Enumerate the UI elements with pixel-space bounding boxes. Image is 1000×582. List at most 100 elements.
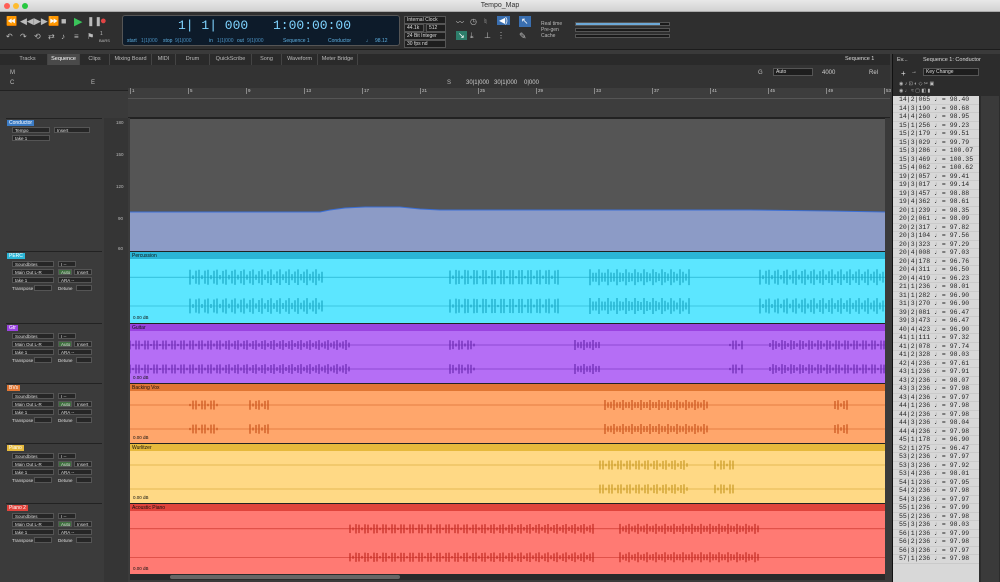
input-select[interactable]: I -- [58,513,76,519]
transpose-field[interactable] [34,477,52,483]
ara-select[interactable]: ARA -- [58,277,92,283]
input-select[interactable]: I -- [58,453,76,459]
tempo-event-row[interactable]: 41|2|078 ♩ = 97.74 [893,343,979,351]
detune-field[interactable] [76,477,92,483]
tab-quickscribe[interactable]: QuickScribe [210,54,252,65]
sequence-select[interactable]: Sequence 1 [283,38,310,44]
clip-volume[interactable]: 0.00 dB [133,375,149,380]
tempo-event-row[interactable]: 15|3|469 ♩ = 100.35 [893,156,979,164]
track-lane[interactable]: Guitar 0.00 dB [130,323,885,383]
insert-button[interactable]: Insert [74,521,92,527]
tab-tracks[interactable]: Tracks [8,54,48,65]
buffer-select[interactable]: 512 [426,24,446,32]
tempo-event-row[interactable]: 53|3|236 ♩ = 97.92 [893,462,979,470]
ara-select[interactable]: ARA -- [58,349,92,355]
tempo-event-row[interactable]: 15|2|179 ♩ = 99.51 [893,130,979,139]
tempo-event-row[interactable]: 41|1|111 ♩ = 97.32 [893,334,979,343]
track-lane[interactable]: Backing Vox 0.00 dB [130,383,885,443]
tempo-event-row[interactable]: 43|3|236 ♩ = 97.98 [893,385,979,394]
soundbites-select[interactable]: Soundbites [12,513,54,519]
tempo-event-row[interactable]: 52|1|275 ♩ = 96.47 [893,445,979,453]
tempo-event-row[interactable]: 43|1|236 ♩ = 97.91 [893,368,979,377]
ara-select[interactable]: ARA -- [58,409,92,415]
auto-toggle[interactable]: Auto [58,269,72,275]
tempo-event-row[interactable]: 41|2|328 ♩ = 98.03 [893,351,979,360]
transpose-field[interactable] [34,357,52,363]
tempo-event-row[interactable]: 56|3|236 ♩ = 97.97 [893,547,979,555]
insert-button[interactable]: Insert [74,269,92,275]
overdub-icon[interactable]: ⤓ [470,31,474,41]
tab-sequence[interactable]: Sequence [48,54,80,65]
rate-select[interactable]: 44.1k [404,24,424,32]
tempo-event-row[interactable]: 19|3|457 ♩ = 98.88 [893,190,979,198]
ara-select[interactable]: ARA -- [58,529,92,535]
tempo-event-row[interactable]: 55|3|236 ♩ = 98.03 [893,521,979,530]
main-counter[interactable]: 1| 1| 000 1:00:00:00 start 1|1|000 stop … [122,15,400,46]
track-name[interactable]: Piano 2 [7,505,28,511]
take-select[interactable]: take 1 [12,529,54,535]
stop-icon[interactable]: ■ [61,16,66,26]
metronome-icon[interactable]: ♪ [61,32,65,41]
take-select[interactable]: take 1 [12,349,54,355]
tempo-event-row[interactable]: 43|2|236 ♩ = 98.07 [893,377,979,385]
tempo-event-row[interactable]: 19|4|362 ♩ = 98.61 [893,198,979,207]
soundbites-select[interactable]: Soundbites [12,261,54,267]
conductor-insert[interactable]: Insert [54,127,90,133]
tempo-event-row[interactable]: 56|2|236 ♩ = 97.98 [893,538,979,547]
auto-toggle[interactable]: Auto [58,521,72,527]
rewind-icon[interactable]: ⏪ [6,16,17,27]
conductor-track-header[interactable]: Conductor Tempo Insert take 1 [6,118,102,251]
autorecord-icon[interactable]: ↘ [456,31,467,40]
routing-select[interactable]: Main Out L-R [12,341,54,347]
tab-drum[interactable]: Drum [176,54,210,65]
filter-icons[interactable]: ◉ ♪ ⊡ ◐ ◇ ✂ ▣ [899,81,934,87]
tempo-event-row[interactable]: 55|2|236 ♩ = 97.98 [893,513,979,521]
track-header[interactable]: BVs Soundbites I -- Main Out L-R Auto In… [6,383,102,443]
routing-select[interactable]: Main Out L-R [12,461,54,467]
tempo-event-row[interactable]: 20|4|311 ♩ = 96.50 [893,266,979,275]
bars-icon[interactable]: ⋮ [497,31,505,40]
stop-value[interactable]: 9|1|000 [175,38,192,44]
tempo-event-row[interactable]: 39|3|473 ♩ = 96.47 [893,317,979,326]
tempo-event-row[interactable]: 20|2|317 ♩ = 97.82 [893,224,979,232]
input-select[interactable]: I -- [58,393,76,399]
tempo-event-row[interactable]: 20|3|323 ♩ = 97.29 [893,241,979,249]
transpose-field[interactable] [34,417,52,423]
soundbites-select[interactable]: Soundbites [12,453,54,459]
s-button[interactable]: S [447,80,451,86]
track-header[interactable]: Piano 2 Soundbites I -- Main Out L-R Aut… [6,503,102,574]
start-value[interactable]: 1|1|000 [141,38,158,44]
tempo-event-row[interactable]: 55|1|236 ♩ = 97.99 [893,504,979,513]
tempo-event-row[interactable]: 39|2|081 ♩ = 96.47 [893,309,979,317]
horizontal-scrollbar[interactable] [130,574,885,580]
fast-rewind-icon[interactable]: ◀◀ [20,16,34,27]
track-name[interactable]: BVs [7,385,21,391]
track-header[interactable]: PERC Soundbites I -- Main Out L-R Auto I… [6,251,102,323]
detune-field[interactable] [76,285,92,291]
tempo-event-row[interactable]: 53|4|236 ♩ = 98.01 [893,470,979,479]
in-value[interactable]: 1|1|000 [217,38,234,44]
tempo-event-row[interactable]: 15|3|286 ♩ = 100.07 [893,147,979,156]
key-change-select[interactable]: Key Change [923,68,979,76]
tempo-event-row[interactable]: 15|1|256 ♩ = 99.23 [893,122,979,130]
auto-toggle[interactable]: Auto [58,461,72,467]
tempo-event-row[interactable]: 20|4|178 ♩ = 96.76 [893,258,979,266]
tempo-event-row[interactable]: 56|1|236 ♩ = 97.99 [893,530,979,538]
mixer-icon[interactable]: ≡ [74,32,79,41]
tempo-event-row[interactable]: 15|3|029 ♩ = 99.79 [893,139,979,147]
samples-field[interactable]: 4000 [822,70,835,76]
bitdepth-select[interactable]: 24 Bit Integer [404,32,446,40]
auto-toggle[interactable]: Auto [58,341,72,347]
tab-clips[interactable]: Clips [80,54,110,65]
tempo-event-row[interactable]: 20|3|104 ♩ = 97.56 [893,232,979,241]
tempo-event-row[interactable]: 44|4|236 ♩ = 97.98 [893,428,979,436]
undo-icon[interactable]: ↶ [6,32,13,41]
clip-volume[interactable]: 0.00 dB [133,495,149,500]
detune-field[interactable] [76,417,92,423]
ara-select[interactable]: ARA -- [58,469,92,475]
selection-length[interactable]: 0|000 [524,80,539,86]
c-button[interactable]: C [10,80,14,86]
track-lane[interactable]: Wurlitzer 0.00 dB [130,443,885,503]
take-select[interactable]: take 1 [12,277,54,283]
conductor-lane[interactable] [130,118,885,252]
